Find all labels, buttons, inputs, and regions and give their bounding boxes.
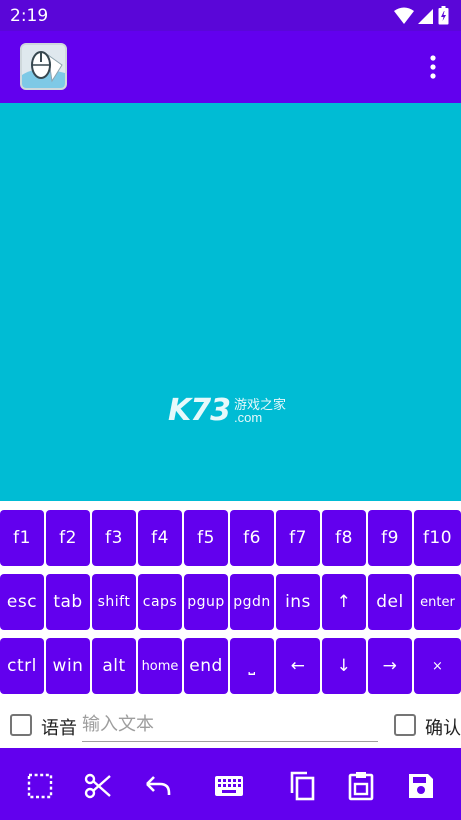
key-arrow-left[interactable]: ← <box>276 638 320 694</box>
bottom-toolbar <box>0 748 461 820</box>
key-f9[interactable]: f9 <box>368 510 412 566</box>
key-ins[interactable]: ins <box>276 574 320 630</box>
keyboard-icon[interactable] <box>215 772 243 800</box>
keyboard-row-modifiers: ctrl win alt home end ⎵ ← ↓ → × <box>0 638 461 694</box>
key-home[interactable]: home <box>138 638 182 694</box>
key-f8[interactable]: f8 <box>322 510 366 566</box>
overflow-menu-icon[interactable] <box>421 53 445 81</box>
status-bar: 2:19 <box>0 0 461 31</box>
confirm-checkbox[interactable] <box>394 714 416 736</box>
key-arrow-up[interactable]: ↑ <box>322 574 366 630</box>
key-pgdn[interactable]: pgdn <box>230 574 274 630</box>
key-enter[interactable]: enter <box>414 574 461 630</box>
key-f4[interactable]: f4 <box>138 510 182 566</box>
text-input[interactable] <box>82 708 378 742</box>
key-arrow-down[interactable]: ↓ <box>322 638 366 694</box>
key-pgup[interactable]: pgup <box>184 574 228 630</box>
text-input-bar: 语音 确认 <box>0 700 461 748</box>
key-f1[interactable]: f1 <box>0 510 44 566</box>
key-ctrl[interactable]: ctrl <box>0 638 44 694</box>
key-tab[interactable]: tab <box>46 574 90 630</box>
app-bar <box>0 31 461 103</box>
select-all-icon[interactable] <box>26 772 54 800</box>
key-f7[interactable]: f7 <box>276 510 320 566</box>
status-time: 2:19 <box>10 6 49 26</box>
touchpad-area[interactable]: K73 游戏之家 .com <box>0 103 461 501</box>
keyboard-row-function: f1 f2 f3 f4 f5 f6 f7 f8 f9 f10 <box>0 510 461 566</box>
wifi-icon <box>394 7 414 24</box>
save-icon[interactable] <box>407 772 435 800</box>
copy-icon[interactable] <box>288 771 316 801</box>
key-shift[interactable]: shift <box>92 574 136 630</box>
key-close[interactable]: × <box>414 638 461 694</box>
key-end[interactable]: end <box>184 638 228 694</box>
key-f10[interactable]: f10 <box>414 510 461 566</box>
signal-icon <box>418 8 433 24</box>
key-caps[interactable]: caps <box>138 574 182 630</box>
undo-icon[interactable] <box>144 772 172 800</box>
key-win[interactable]: win <box>46 638 90 694</box>
key-alt[interactable]: alt <box>92 638 136 694</box>
status-icons <box>394 6 449 25</box>
cut-icon[interactable] <box>84 772 112 800</box>
app-logo-icon <box>20 43 67 90</box>
key-space[interactable]: ⎵ <box>230 638 274 694</box>
key-f6[interactable]: f6 <box>230 510 274 566</box>
watermark-logo: K73 游戏之家 .com <box>168 393 287 428</box>
key-del[interactable]: del <box>368 574 412 630</box>
keyboard-row-navigation: esc tab shift caps pgup pgdn ins ↑ del e… <box>0 574 461 630</box>
voice-label: 语音 <box>41 718 77 739</box>
confirm-label: 确认 <box>425 718 461 739</box>
key-esc[interactable]: esc <box>0 574 44 630</box>
battery-icon <box>438 6 449 25</box>
key-arrow-right[interactable]: → <box>368 638 412 694</box>
key-f2[interactable]: f2 <box>46 510 90 566</box>
key-f5[interactable]: f5 <box>184 510 228 566</box>
paste-icon[interactable] <box>347 772 375 801</box>
voice-checkbox[interactable] <box>10 714 32 736</box>
key-f3[interactable]: f3 <box>92 510 136 566</box>
